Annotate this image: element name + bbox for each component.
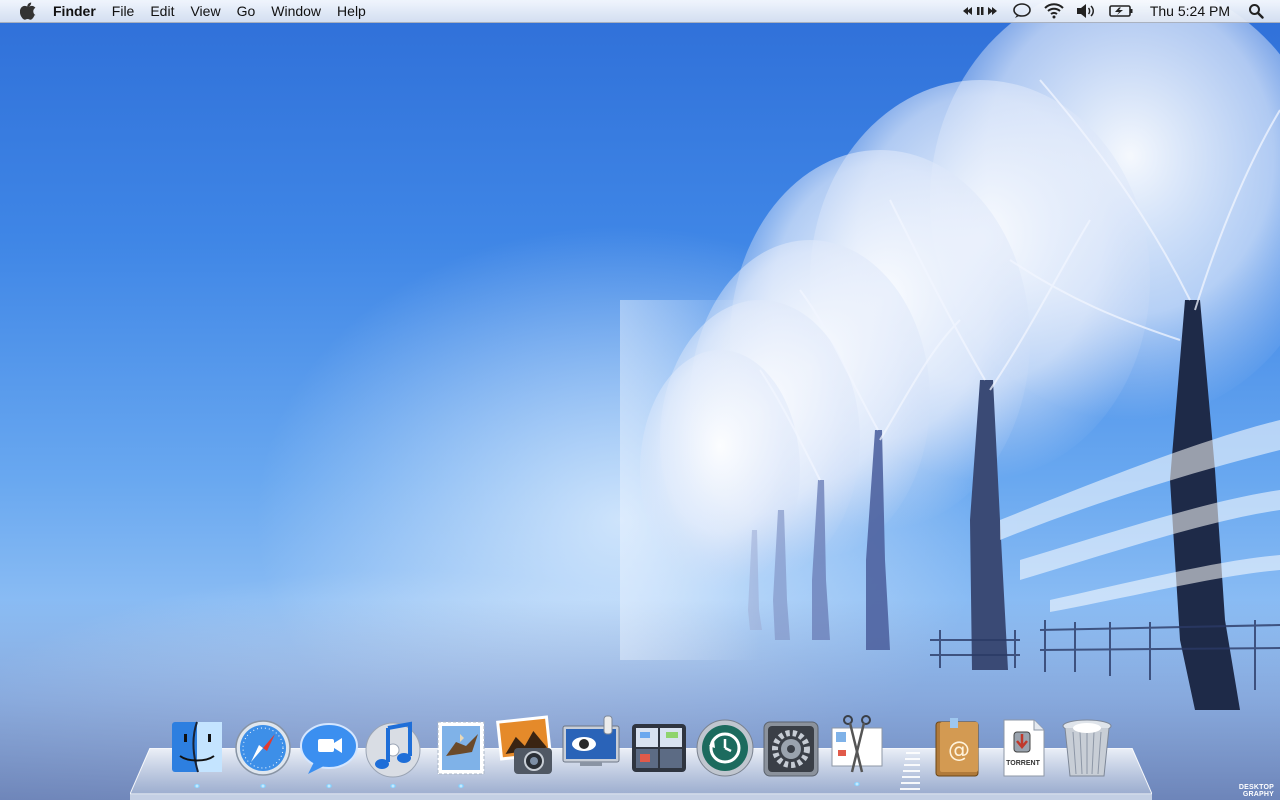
dock-item-spaces[interactable] xyxy=(630,716,688,780)
battery-icon[interactable] xyxy=(1108,0,1134,22)
running-indicator xyxy=(260,784,266,788)
status-area: Thu 5:24 PM xyxy=(954,0,1280,22)
running-indicator xyxy=(194,784,200,788)
menu-window[interactable]: Window xyxy=(263,0,329,22)
menu-edit[interactable]: Edit xyxy=(142,0,182,22)
mail-icon xyxy=(437,721,485,775)
desktop[interactable]: DESKTOP GRAPHY xyxy=(0,0,1280,800)
dock-item-iphoto[interactable] xyxy=(496,714,554,778)
menu-app-finder[interactable]: Finder xyxy=(53,0,104,22)
media-controls-icon[interactable] xyxy=(960,0,1000,22)
menu-view[interactable]: View xyxy=(182,0,228,22)
scissors-icon xyxy=(831,715,883,773)
apple-logo-icon[interactable] xyxy=(19,2,37,20)
wallpaper-trees xyxy=(620,0,1280,710)
running-indicator xyxy=(326,784,332,788)
address-book-icon: @ xyxy=(935,718,979,777)
dock-item-trash[interactable] xyxy=(1058,716,1116,780)
menu-bar: Finder File Edit View Go Window Help Thu… xyxy=(0,0,1280,23)
ichat-status-icon[interactable] xyxy=(1012,0,1032,22)
trash-icon xyxy=(1062,719,1112,777)
dock-item-system-preferences[interactable] xyxy=(762,716,820,780)
torrent-document-label: TORRENT xyxy=(1006,760,1040,767)
safari-icon xyxy=(235,720,291,776)
dock-item-mail[interactable] xyxy=(432,716,490,788)
dock-item-safari[interactable] xyxy=(234,716,292,788)
ichat-icon xyxy=(300,723,358,774)
dock-item-torrent-document[interactable]: TORRENT xyxy=(994,716,1052,780)
spaces-icon xyxy=(632,724,686,772)
dock-item-ichat[interactable] xyxy=(300,716,358,788)
menu-help[interactable]: Help xyxy=(329,0,374,22)
wifi-icon[interactable] xyxy=(1044,0,1064,22)
menu-go[interactable]: Go xyxy=(229,0,264,22)
finder-icon xyxy=(172,721,222,773)
time-machine-icon xyxy=(696,719,754,777)
front-row-icon xyxy=(562,715,620,766)
itunes-icon xyxy=(365,721,421,778)
dock-item-address-book[interactable]: @ xyxy=(928,716,986,780)
dock-item-finder[interactable] xyxy=(168,716,226,788)
dock-item-itunes[interactable] xyxy=(364,716,422,788)
dock-item-screenshot-tool[interactable] xyxy=(828,714,886,786)
dock-item-front-row[interactable] xyxy=(562,714,620,778)
running-indicator xyxy=(390,784,396,788)
iphoto-icon xyxy=(496,715,552,774)
running-indicator xyxy=(458,784,464,788)
svg-text:@: @ xyxy=(948,738,970,763)
volume-icon[interactable] xyxy=(1076,0,1096,22)
menu-clock[interactable]: Thu 5:24 PM xyxy=(1150,3,1230,19)
system-preferences-icon xyxy=(763,721,819,777)
dock-item-time-machine[interactable] xyxy=(696,716,754,780)
spotlight-search-icon[interactable] xyxy=(1248,0,1264,22)
menu-file[interactable]: File xyxy=(104,0,143,22)
running-indicator xyxy=(854,782,860,786)
dock: @ TORRENT xyxy=(0,712,1280,800)
torrent-document-icon xyxy=(1003,719,1045,777)
